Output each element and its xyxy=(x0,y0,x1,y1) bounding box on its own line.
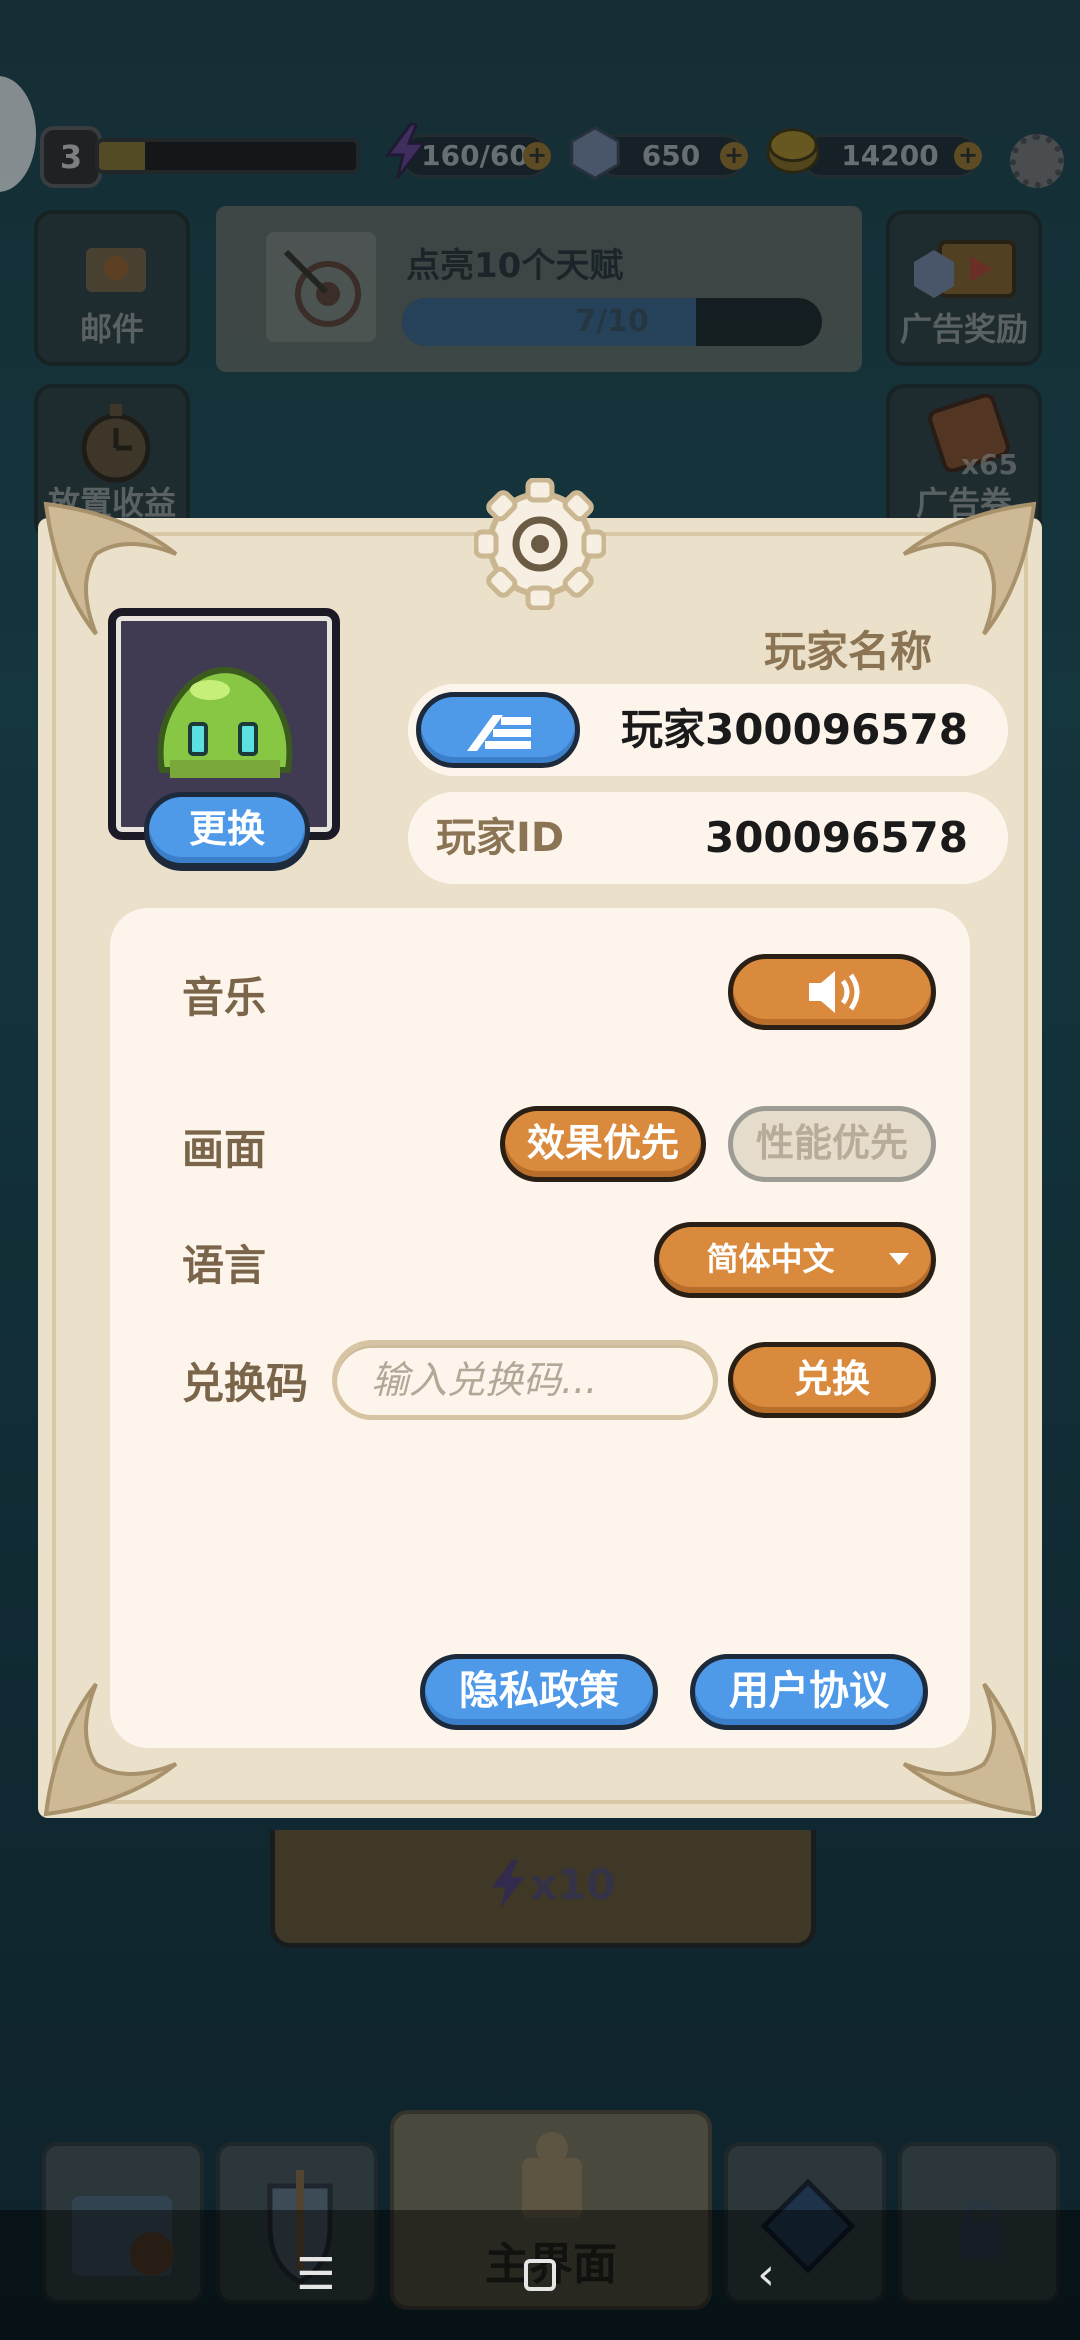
graphics-quality-button[interactable]: 效果优先 xyxy=(500,1106,706,1182)
player-id-row: 玩家ID 300096578 xyxy=(408,792,1008,884)
graphics-performance-button[interactable]: 性能优先 xyxy=(728,1106,936,1182)
menu-icon[interactable]: ☰ xyxy=(286,2245,346,2305)
player-name-value: 玩家300096578 xyxy=(620,705,968,754)
music-toggle[interactable] xyxy=(728,954,936,1030)
music-label: 音乐 xyxy=(182,973,267,1022)
user-agreement-button[interactable]: 用户协议 xyxy=(690,1654,928,1730)
language-value: 简体中文 xyxy=(706,1240,835,1278)
change-avatar-button[interactable]: 更换 xyxy=(144,792,310,868)
settings-options-box: 音乐 画面 效果优先 性能优先 语言 简体中文 兑换码 兑换 隐私政策 用户协议 xyxy=(110,908,970,1748)
edit-icon xyxy=(467,715,531,751)
redeem-code-input[interactable] xyxy=(332,1340,718,1420)
player-id-label: 玩家ID xyxy=(436,815,565,861)
language-label: 语言 xyxy=(182,1241,267,1290)
player-name-row: 玩家300096578 xyxy=(408,684,1008,776)
graphics-label: 画面 xyxy=(182,1125,267,1174)
player-id-value: 300096578 xyxy=(704,813,968,862)
language-select[interactable]: 简体中文 xyxy=(654,1222,936,1298)
speaker-icon xyxy=(809,971,860,1013)
player-name-label: 玩家名称 xyxy=(763,627,932,676)
settings-gear-icon xyxy=(474,478,606,610)
edit-name-button[interactable] xyxy=(416,692,580,768)
back-icon[interactable]: ‹ xyxy=(736,2245,796,2305)
chevron-down-icon xyxy=(889,1253,909,1265)
home-icon[interactable] xyxy=(510,2245,570,2305)
settings-dialog: 更换 玩家名称 玩家300096578 玩家ID 300096578 音乐 画面 xyxy=(38,478,1042,1828)
redeem-button[interactable]: 兑换 xyxy=(728,1342,936,1418)
redeem-code-label: 兑换码 xyxy=(182,1359,309,1408)
privacy-policy-button[interactable]: 隐私政策 xyxy=(420,1654,658,1730)
slime-avatar-icon xyxy=(157,667,293,778)
